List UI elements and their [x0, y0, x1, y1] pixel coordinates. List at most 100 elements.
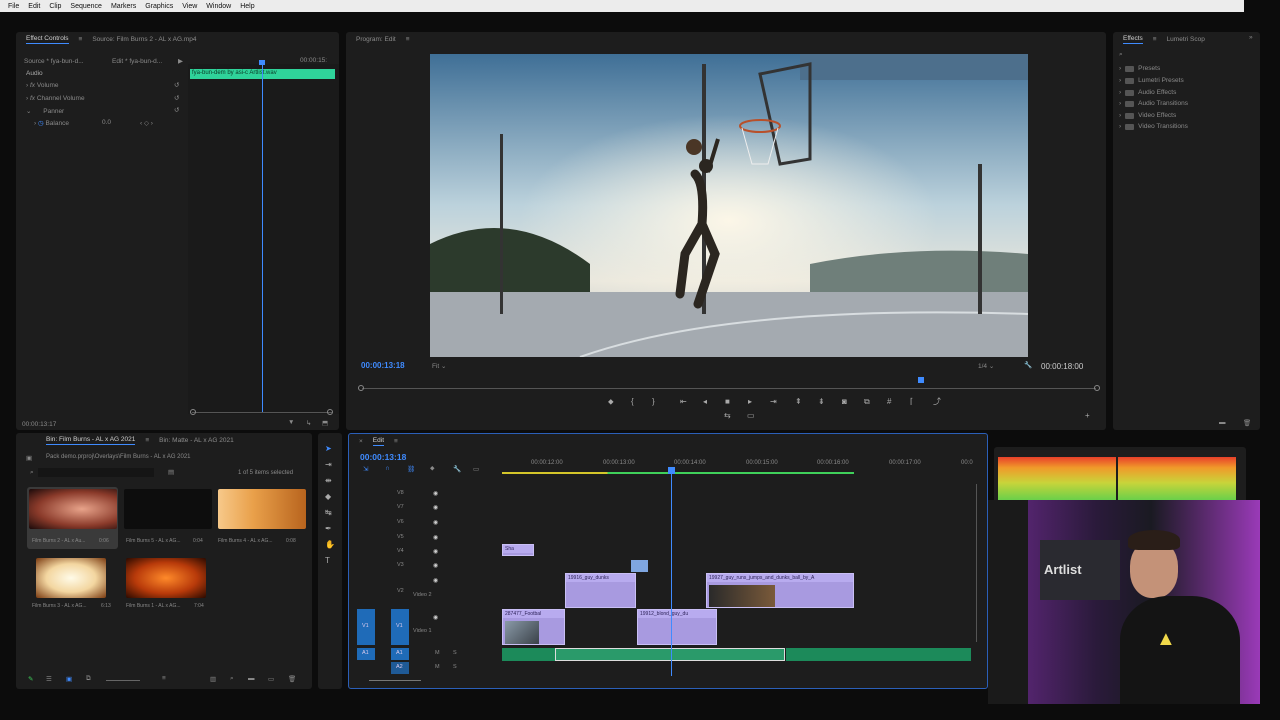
track-v2-label[interactable]: V2: [397, 588, 404, 594]
new-search-bin-icon[interactable]: ▤: [168, 468, 174, 476]
clip-v1-football[interactable]: 287477_Footbal: [502, 609, 565, 645]
program-video-frame[interactable]: [430, 54, 1028, 357]
step-back-icon[interactable]: ◂: [703, 398, 707, 406]
channel-volume-row[interactable]: › fx Channel Volume: [26, 95, 85, 102]
clip-icon[interactable]: ⬒: [322, 419, 328, 427]
reset-panner-icon[interactable]: ↺: [174, 106, 179, 114]
audio-clip-a1-selected[interactable]: [555, 648, 785, 661]
a2-mute[interactable]: M: [435, 664, 440, 670]
delete-icon[interactable]: 🗑: [1243, 419, 1251, 427]
menu-sequence[interactable]: Sequence: [70, 3, 102, 10]
track-v6-label[interactable]: V6: [397, 519, 404, 525]
tree-lumetri-presets[interactable]: › Lumetri Presets: [1119, 77, 1184, 84]
hand-tool-icon[interactable]: ✋: [325, 541, 335, 549]
find-icon[interactable]: ⌕: [230, 675, 234, 683]
track-v3-label[interactable]: V3: [397, 562, 404, 568]
linked-selection-icon[interactable]: ⛓: [407, 465, 415, 473]
new-bin-icon[interactable]: ▬: [1219, 419, 1226, 426]
tab-source[interactable]: Source: Film Burns 2 - AL x AG.mp4: [92, 36, 196, 43]
mark-out-icon[interactable]: }: [652, 398, 655, 406]
balance-value[interactable]: 0.0: [102, 119, 111, 126]
menu-edit[interactable]: Edit: [28, 3, 40, 10]
project-search-icon[interactable]: ⌕: [30, 469, 34, 477]
volume-row[interactable]: › fx Volume: [26, 82, 59, 89]
keyframe-nav-icons[interactable]: ‹ ◇ ›: [140, 119, 153, 127]
eye-icon[interactable]: ◉: [433, 490, 438, 497]
program-timecode[interactable]: 00:00:13:18: [361, 361, 405, 370]
slip-tool-icon[interactable]: ↹: [325, 509, 332, 517]
source-dropdown[interactable]: Source * fya-bun-d...: [24, 58, 84, 65]
tab-effects[interactable]: Effects: [1123, 35, 1143, 44]
tree-video-transitions[interactable]: › Video Transitions: [1119, 123, 1188, 130]
timeline-timecode[interactable]: 00:00:13:18: [360, 452, 406, 462]
a2-solo[interactable]: S: [453, 664, 457, 670]
timeline-playhead[interactable]: [671, 470, 672, 676]
clip-v4-sha[interactable]: Sha: [502, 544, 534, 556]
clip-v3-small[interactable]: [631, 560, 648, 572]
export-icon[interactable]: ↳: [306, 419, 311, 427]
program-scrubber-head[interactable]: [918, 377, 924, 383]
new-item-icon[interactable]: ▭: [268, 675, 274, 683]
timeline-settings-icon[interactable]: 🔧: [453, 465, 461, 473]
a1-solo[interactable]: S: [453, 650, 457, 656]
thumb-film-burns-2[interactable]: [29, 489, 117, 529]
tab-effect-controls[interactable]: Effect Controls: [26, 35, 69, 44]
vertical-scrollbar[interactable]: [976, 484, 977, 642]
eye-icon[interactable]: ◉: [433, 562, 438, 569]
effects-search-icon[interactable]: ⌕: [1119, 51, 1123, 59]
work-area-bar[interactable]: [502, 472, 854, 474]
thumbnail-size-slider[interactable]: [106, 680, 140, 681]
menu-help[interactable]: Help: [240, 3, 254, 10]
tree-audio-transitions[interactable]: › Audio Transitions: [1119, 100, 1188, 107]
menu-clip[interactable]: Clip: [49, 3, 61, 10]
clear-icon[interactable]: 🗑: [288, 675, 296, 683]
thumb-film-burns-4[interactable]: [218, 489, 306, 529]
mini-playhead-head[interactable]: [259, 60, 265, 65]
menu-view[interactable]: View: [182, 3, 197, 10]
scroll-handle-left[interactable]: [190, 409, 196, 415]
play-only-icon[interactable]: ▶: [178, 57, 183, 65]
reset-channel-volume-icon[interactable]: ↺: [174, 94, 179, 102]
pen-tool-icon[interactable]: ✒: [325, 525, 332, 533]
add-marker-icon[interactable]: ⬥: [608, 398, 614, 406]
pencil-icon[interactable]: ✎: [28, 675, 33, 683]
tab-lumetri-scopes[interactable]: Lumetri Scop: [1167, 36, 1205, 43]
tree-video-effects[interactable]: › Video Effects: [1119, 112, 1176, 119]
menu-markers[interactable]: Markers: [111, 3, 136, 10]
timeline-menu-icon[interactable]: ≡: [394, 438, 398, 445]
eye-icon[interactable]: ◉: [433, 614, 438, 621]
new-bin-folder-icon[interactable]: ▬: [248, 675, 255, 682]
program-title[interactable]: Program: Edit: [356, 36, 396, 43]
captions-icon[interactable]: ▭: [473, 465, 479, 473]
track-v5-label[interactable]: V5: [397, 534, 404, 540]
freeform-view-icon[interactable]: ⧉: [86, 675, 91, 683]
program-scroll-right[interactable]: [1094, 385, 1100, 391]
stopwatch-icon[interactable]: ◷: [38, 120, 44, 127]
safe-margins-icon[interactable]: #: [887, 398, 891, 406]
type-tool-icon[interactable]: T: [325, 557, 330, 565]
bin-menu-icon[interactable]: ≡: [145, 437, 149, 444]
stop-icon[interactable]: ■: [725, 398, 730, 406]
audio-clip-a1-left[interactable]: [502, 648, 555, 661]
clip-v1-blond-guy[interactable]: 19912_blond_guy_du: [637, 609, 717, 645]
program-scrubber[interactable]: [362, 388, 1096, 389]
menu-graphics[interactable]: Graphics: [145, 3, 173, 10]
eye-icon[interactable]: ◉: [433, 577, 438, 584]
a1-mute[interactable]: M: [435, 650, 440, 656]
mark-in-icon[interactable]: {: [631, 398, 634, 406]
panner-row[interactable]: ⌄ Panner: [26, 107, 64, 115]
automate-icon[interactable]: ▥: [210, 675, 216, 683]
tree-presets[interactable]: › Presets: [1119, 65, 1160, 72]
selection-tool-icon[interactable]: ➤: [325, 445, 332, 453]
ripple-edit-tool-icon[interactable]: ⇼: [325, 477, 332, 485]
extract-icon[interactable]: ⇟: [818, 398, 825, 406]
thumb-film-burns-3[interactable]: [36, 558, 106, 598]
track-v7-label[interactable]: V7: [397, 504, 404, 510]
go-to-in-icon[interactable]: ⇤: [680, 398, 687, 406]
export-frame-icon[interactable]: ◙: [842, 398, 847, 406]
expand-panels-icon[interactable]: »: [1249, 34, 1253, 41]
zoom-scrollbar[interactable]: [192, 412, 332, 413]
clip-v2-guy-dunks[interactable]: 19916_guy_dunks: [565, 573, 636, 608]
wrench-icon[interactable]: 🔧: [1024, 361, 1032, 369]
eye-icon[interactable]: ◉: [433, 519, 438, 526]
